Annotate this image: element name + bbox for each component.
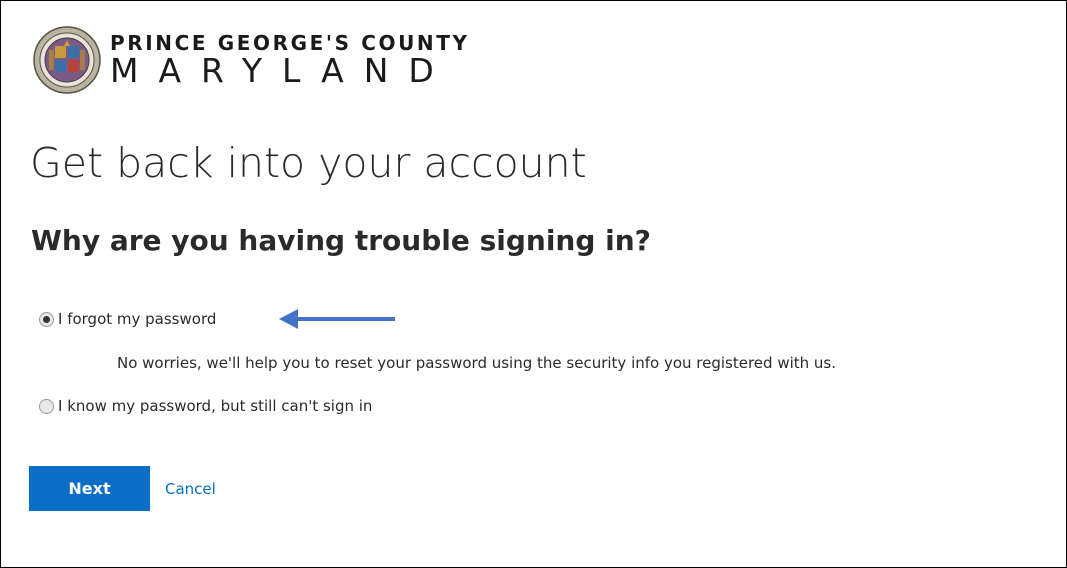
next-button[interactable]: Next	[29, 466, 150, 511]
county-wordmark: PRINCE GEORGE'S COUNTY MARYLAND	[110, 32, 470, 88]
option-know-password-label: I know my password, but still can't sign…	[58, 397, 373, 415]
cancel-link[interactable]: Cancel	[165, 480, 216, 498]
page-subtitle: Why are you having trouble signing in?	[31, 224, 651, 257]
county-seal-icon	[33, 26, 101, 94]
option-know-password[interactable]: I know my password, but still can't sign…	[39, 397, 372, 415]
radio-forgot-password[interactable]	[39, 311, 54, 327]
option-forgot-password[interactable]: I forgot my password	[39, 310, 216, 328]
page-title: Get back into your account	[30, 139, 587, 187]
state-name: MARYLAND	[110, 51, 454, 90]
header: PRINCE GEORGE'S COUNTY MARYLAND	[33, 26, 470, 94]
option-forgot-password-description: No worries, we'll help you to reset your…	[117, 354, 837, 372]
radio-know-password[interactable]	[39, 398, 54, 414]
arrow-left-icon	[279, 309, 395, 329]
option-forgot-password-label: I forgot my password	[58, 310, 217, 328]
